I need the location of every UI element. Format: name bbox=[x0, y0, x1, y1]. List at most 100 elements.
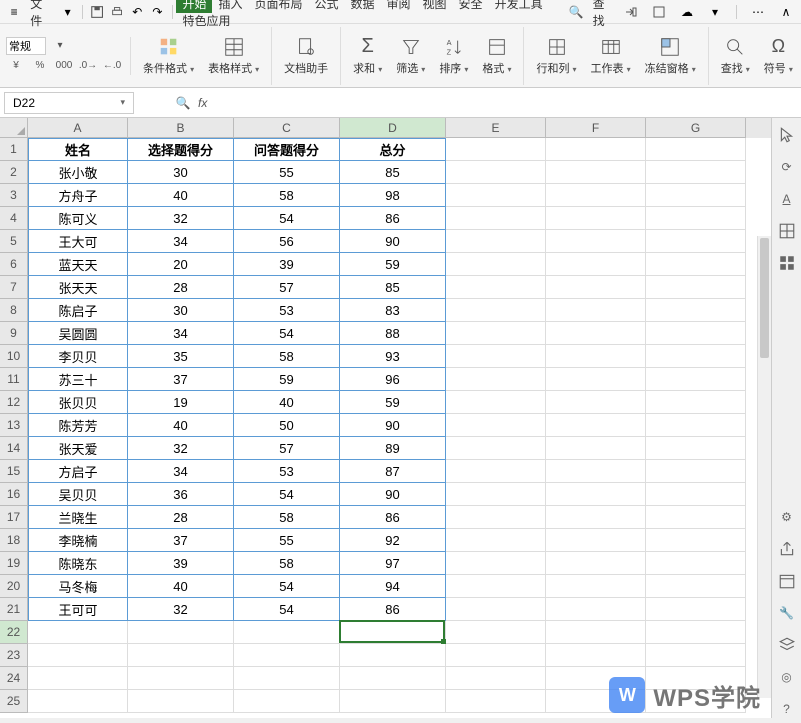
cell-A11[interactable]: 苏三十 bbox=[28, 368, 128, 391]
cell-G1[interactable] bbox=[646, 138, 746, 161]
scrollbar-vertical[interactable] bbox=[757, 236, 771, 698]
table-style-button[interactable]: 表格样式 ▾ bbox=[204, 34, 263, 78]
cell-F21[interactable] bbox=[546, 598, 646, 621]
cell-B4[interactable]: 32 bbox=[128, 207, 234, 230]
cell-D23[interactable] bbox=[340, 644, 446, 667]
cell-C20[interactable]: 54 bbox=[234, 575, 340, 598]
cell-F11[interactable] bbox=[546, 368, 646, 391]
cell-C15[interactable]: 53 bbox=[234, 460, 340, 483]
row-header-2[interactable]: 2 bbox=[0, 161, 28, 184]
percent-icon[interactable]: % bbox=[30, 57, 50, 75]
apps-icon[interactable] bbox=[778, 254, 796, 272]
cell-B14[interactable]: 32 bbox=[128, 437, 234, 460]
cell-E20[interactable] bbox=[446, 575, 546, 598]
cell-E11[interactable] bbox=[446, 368, 546, 391]
format-button[interactable]: 格式 ▾ bbox=[478, 34, 515, 78]
cell-A16[interactable]: 吴贝贝 bbox=[28, 483, 128, 506]
cell-E5[interactable] bbox=[446, 230, 546, 253]
row-header-18[interactable]: 18 bbox=[0, 529, 28, 552]
tab-安全[interactable]: 安全 bbox=[453, 0, 489, 13]
row-header-17[interactable]: 17 bbox=[0, 506, 28, 529]
export-icon[interactable] bbox=[778, 540, 796, 558]
cell-B5[interactable]: 34 bbox=[128, 230, 234, 253]
tab-视图[interactable]: 视图 bbox=[417, 0, 453, 13]
cell-C7[interactable]: 57 bbox=[234, 276, 340, 299]
cell-G9[interactable] bbox=[646, 322, 746, 345]
cell-A12[interactable]: 张贝贝 bbox=[28, 391, 128, 414]
cell-G15[interactable] bbox=[646, 460, 746, 483]
col-header-B[interactable]: B bbox=[128, 118, 234, 138]
cell-A10[interactable]: 李贝贝 bbox=[28, 345, 128, 368]
cell-B10[interactable]: 35 bbox=[128, 345, 234, 368]
cell-D17[interactable]: 86 bbox=[340, 506, 446, 529]
cell-D5[interactable]: 90 bbox=[340, 230, 446, 253]
row-header-20[interactable]: 20 bbox=[0, 575, 28, 598]
cell-D13[interactable]: 90 bbox=[340, 414, 446, 437]
cell-D9[interactable]: 88 bbox=[340, 322, 446, 345]
row-header-7[interactable]: 7 bbox=[0, 276, 28, 299]
row-header-5[interactable]: 5 bbox=[0, 230, 28, 253]
cloud-icon[interactable]: ☁ bbox=[679, 4, 695, 20]
cell-F19[interactable] bbox=[546, 552, 646, 575]
cell-A3[interactable]: 方舟子 bbox=[28, 184, 128, 207]
help-icon[interactable]: ? bbox=[778, 700, 796, 718]
cell-B13[interactable]: 40 bbox=[128, 414, 234, 437]
cell-E15[interactable] bbox=[446, 460, 546, 483]
cell-G10[interactable] bbox=[646, 345, 746, 368]
cell-F1[interactable] bbox=[546, 138, 646, 161]
cell-E3[interactable] bbox=[446, 184, 546, 207]
cell-B19[interactable]: 39 bbox=[128, 552, 234, 575]
cell-F2[interactable] bbox=[546, 161, 646, 184]
cell-C21[interactable]: 54 bbox=[234, 598, 340, 621]
cell-B24[interactable] bbox=[128, 667, 234, 690]
cell-C16[interactable]: 54 bbox=[234, 483, 340, 506]
settings-icon[interactable]: ⚙ bbox=[778, 508, 796, 526]
cell-A20[interactable]: 马冬梅 bbox=[28, 575, 128, 598]
cell-G7[interactable] bbox=[646, 276, 746, 299]
cell-C25[interactable] bbox=[234, 690, 340, 713]
comma-icon[interactable]: 000 bbox=[54, 57, 74, 75]
row-header-9[interactable]: 9 bbox=[0, 322, 28, 345]
cell-B20[interactable]: 40 bbox=[128, 575, 234, 598]
cell-B17[interactable]: 28 bbox=[128, 506, 234, 529]
cell-E10[interactable] bbox=[446, 345, 546, 368]
row-col-button[interactable]: 行和列 ▾ bbox=[532, 34, 580, 78]
cell-D18[interactable]: 92 bbox=[340, 529, 446, 552]
cell-G11[interactable] bbox=[646, 368, 746, 391]
cell-D2[interactable]: 85 bbox=[340, 161, 446, 184]
cell-F16[interactable] bbox=[546, 483, 646, 506]
cell-C23[interactable] bbox=[234, 644, 340, 667]
filter-button[interactable]: 筛选 ▾ bbox=[392, 34, 429, 78]
cell-A17[interactable]: 兰晓生 bbox=[28, 506, 128, 529]
row-header-10[interactable]: 10 bbox=[0, 345, 28, 368]
cell-F20[interactable] bbox=[546, 575, 646, 598]
cell-E1[interactable] bbox=[446, 138, 546, 161]
cell-B6[interactable]: 20 bbox=[128, 253, 234, 276]
cell-G16[interactable] bbox=[646, 483, 746, 506]
cell-A13[interactable]: 陈芳芳 bbox=[28, 414, 128, 437]
cell-F14[interactable] bbox=[546, 437, 646, 460]
currency-icon[interactable]: ¥ bbox=[6, 57, 26, 75]
cell-E25[interactable] bbox=[446, 690, 546, 713]
cell-A2[interactable]: 张小敬 bbox=[28, 161, 128, 184]
cell-E7[interactable] bbox=[446, 276, 546, 299]
cell-A9[interactable]: 吴圆圆 bbox=[28, 322, 128, 345]
fx-label[interactable]: fx bbox=[198, 96, 207, 110]
cell-F10[interactable] bbox=[546, 345, 646, 368]
tab-页面布局[interactable]: 页面布局 bbox=[248, 0, 308, 13]
col-header-G[interactable]: G bbox=[646, 118, 746, 138]
cell-B11[interactable]: 37 bbox=[128, 368, 234, 391]
row-header-8[interactable]: 8 bbox=[0, 299, 28, 322]
cell-A8[interactable]: 陈启子 bbox=[28, 299, 128, 322]
cell-A7[interactable]: 张天天 bbox=[28, 276, 128, 299]
cell-G5[interactable] bbox=[646, 230, 746, 253]
cell-C19[interactable]: 58 bbox=[234, 552, 340, 575]
cell-C13[interactable]: 50 bbox=[234, 414, 340, 437]
cell-C12[interactable]: 40 bbox=[234, 391, 340, 414]
cell-B1[interactable]: 选择题得分 bbox=[128, 138, 234, 161]
cell-C8[interactable]: 53 bbox=[234, 299, 340, 322]
cell-C6[interactable]: 39 bbox=[234, 253, 340, 276]
cell-F18[interactable] bbox=[546, 529, 646, 552]
search-icon[interactable]: 🔍 bbox=[569, 4, 584, 20]
cell-C3[interactable]: 58 bbox=[234, 184, 340, 207]
